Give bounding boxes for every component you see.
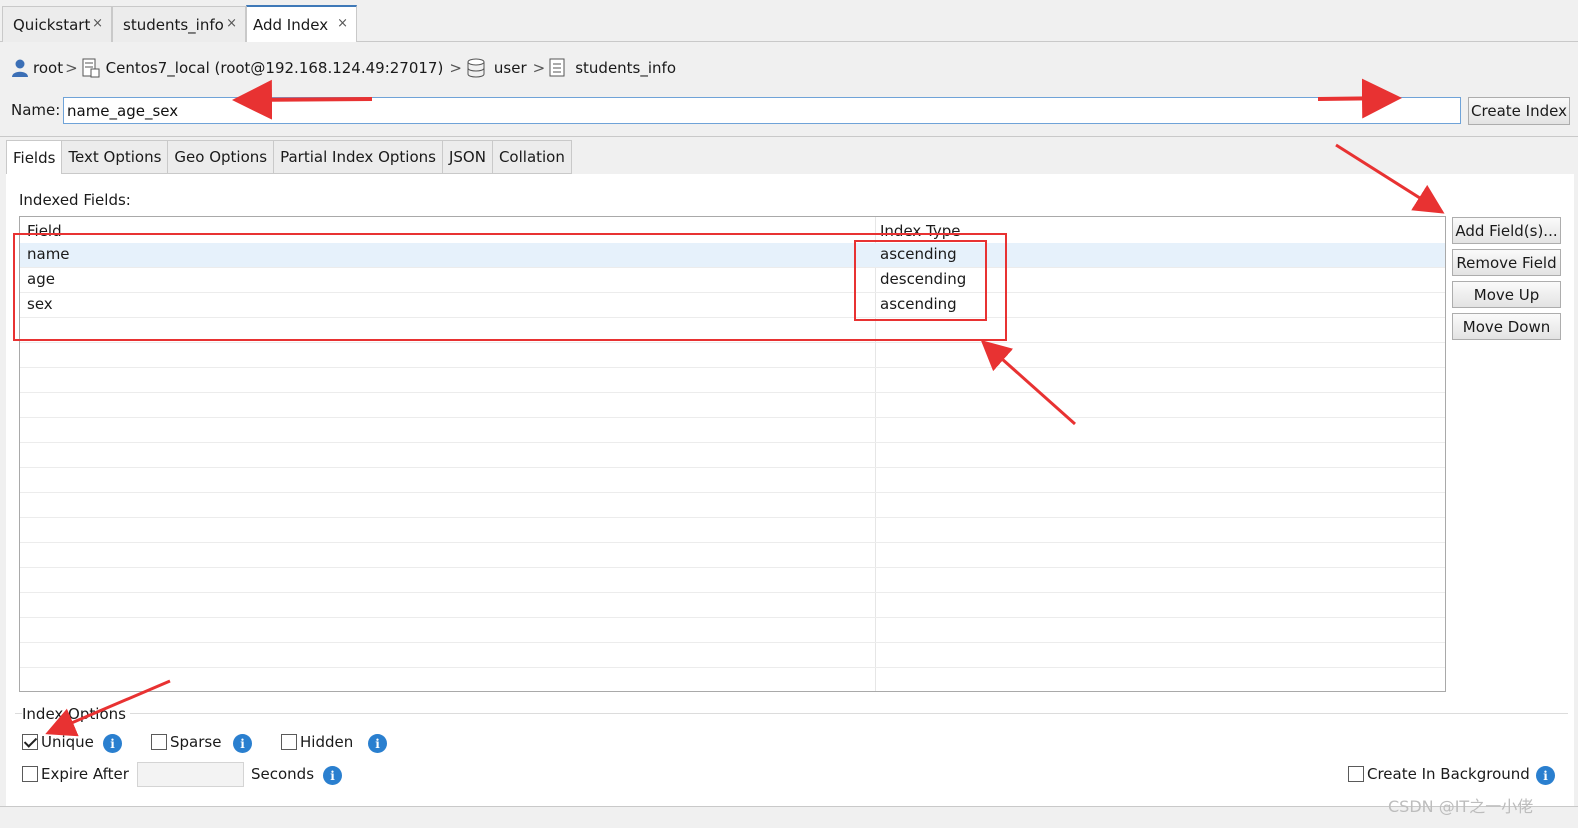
empty-row <box>20 543 1445 568</box>
tab-collation[interactable]: Collation <box>492 140 572 174</box>
breadcrumb-connection[interactable]: Centos7_local (root@192.168.124.49:27017… <box>106 59 444 77</box>
editor-tab-bar: Quickstart × students_info × Add Index × <box>0 0 1578 42</box>
tab-students-info[interactable]: students_info × <box>112 6 246 42</box>
tab-text-options[interactable]: Text Options <box>62 140 169 174</box>
empty-row <box>20 518 1445 543</box>
breadcrumb-database[interactable]: user <box>494 59 527 77</box>
empty-row <box>20 443 1445 468</box>
expire-after-checkbox[interactable]: Expire After <box>22 765 129 783</box>
header-divider <box>0 136 1578 137</box>
breadcrumb-collection[interactable]: students_info <box>575 59 676 77</box>
tab-json[interactable]: JSON <box>442 140 493 174</box>
indexed-fields-label: Indexed Fields: <box>19 191 131 209</box>
unique-checkbox[interactable]: Unique <box>22 733 94 751</box>
index-options-group <box>15 713 1568 795</box>
info-icon[interactable]: i <box>233 734 252 753</box>
empty-row <box>20 368 1445 393</box>
collection-icon <box>549 58 567 78</box>
checkbox-icon[interactable] <box>151 734 167 750</box>
checkbox-icon[interactable] <box>281 734 297 750</box>
empty-row <box>20 493 1445 518</box>
move-up-button[interactable]: Move Up <box>1452 281 1561 308</box>
expire-after-label: Expire After <box>41 765 129 783</box>
breadcrumb-separator: > <box>532 59 546 77</box>
remove-field-button[interactable]: Remove Field <box>1452 249 1561 276</box>
index-name-label: Name: <box>11 101 61 119</box>
tab-label: Quickstart <box>13 15 91 34</box>
sparse-label: Sparse <box>170 733 222 751</box>
index-options-title: Index Options <box>22 705 130 723</box>
empty-row <box>20 593 1445 618</box>
empty-row <box>20 418 1445 443</box>
close-icon[interactable]: × <box>92 16 103 31</box>
hidden-label: Hidden <box>300 733 354 751</box>
add-fields-button[interactable]: Add Field(s)... <box>1452 217 1561 244</box>
index-name-input[interactable] <box>63 97 1461 124</box>
checkbox-icon[interactable] <box>22 766 38 782</box>
sparse-checkbox[interactable]: Sparse <box>151 733 221 751</box>
info-icon[interactable]: i <box>323 766 342 785</box>
tab-label: Add Index <box>253 15 329 34</box>
tab-label: students_info <box>123 15 224 34</box>
close-icon[interactable]: × <box>337 16 348 31</box>
breadcrumb: root > Centos7_local (root@192.168.124.4… <box>10 56 676 80</box>
info-icon[interactable]: i <box>368 734 387 753</box>
database-icon <box>466 58 486 78</box>
tab-add-index[interactable]: Add Index × <box>246 5 357 42</box>
tab-fields[interactable]: Fields <box>6 140 63 174</box>
empty-row <box>20 618 1445 643</box>
close-icon[interactable]: × <box>226 16 237 31</box>
seconds-label: Seconds <box>251 765 315 783</box>
empty-row <box>20 393 1445 418</box>
move-down-button[interactable]: Move Down <box>1452 313 1561 340</box>
tab-quickstart[interactable]: Quickstart × <box>2 6 112 42</box>
checkbox-icon[interactable] <box>22 734 38 750</box>
options-tab-bar: Fields Text Options Geo Options Partial … <box>6 140 572 174</box>
empty-row <box>20 668 1445 691</box>
create-index-button[interactable]: Create Index <box>1468 97 1570 125</box>
tab-geo-options[interactable]: Geo Options <box>168 140 275 174</box>
empty-row <box>20 343 1445 368</box>
info-icon[interactable]: i <box>103 734 122 753</box>
user-icon <box>10 58 30 78</box>
connection-icon <box>82 58 100 78</box>
create-in-background-label: Create In Background <box>1367 765 1530 783</box>
status-bar <box>0 806 1578 828</box>
breadcrumb-user[interactable]: root <box>33 59 63 77</box>
create-in-background-checkbox[interactable]: Create In Background <box>1348 765 1530 783</box>
info-icon[interactable]: i <box>1536 766 1555 785</box>
unique-label: Unique <box>41 733 94 751</box>
annotation-box-types <box>854 240 987 321</box>
tab-partial-index-options[interactable]: Partial Index Options <box>274 140 443 174</box>
breadcrumb-separator: > <box>449 59 462 77</box>
expire-after-input[interactable] <box>137 762 244 787</box>
checkbox-icon[interactable] <box>1348 766 1364 782</box>
hidden-checkbox[interactable]: Hidden <box>281 733 353 751</box>
empty-row <box>20 568 1445 593</box>
watermark: CSDN @IT之一小佬 <box>1388 797 1534 816</box>
empty-row <box>20 468 1445 493</box>
breadcrumb-separator: > <box>65 59 78 77</box>
empty-row <box>20 643 1445 668</box>
